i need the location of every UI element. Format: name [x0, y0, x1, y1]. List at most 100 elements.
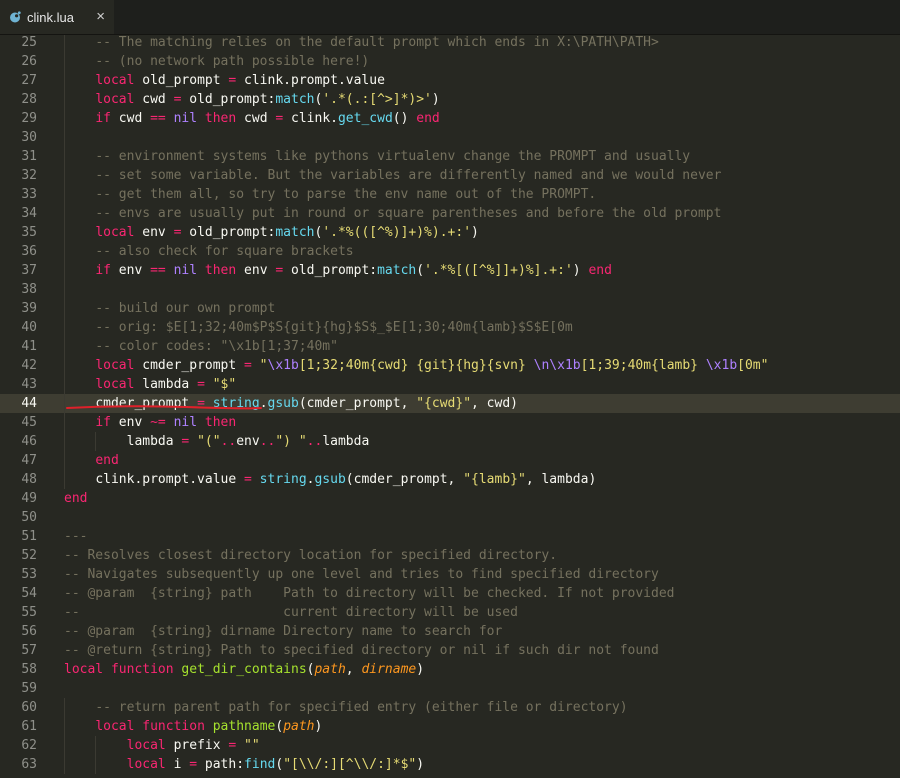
code-line[interactable]: 47 end — [0, 451, 900, 470]
code-token: ) — [431, 92, 440, 107]
code-token: " — [251, 358, 268, 373]
code-token: == — [150, 111, 166, 126]
code-line[interactable]: 34 -- envs are usually put in round or sq… — [0, 204, 900, 223]
code-line[interactable]: 55 -- current directory will be used — [0, 603, 900, 622]
line-number: 27 — [21, 73, 37, 88]
code-line[interactable]: 28 local cwd = old_prompt:match('.*(.:[^>… — [0, 90, 900, 109]
code-line[interactable]: 61 local function pathname(path) — [0, 717, 900, 736]
code-text: local env = old_prompt:match('.*%(([^%)]… — [95, 223, 479, 242]
code-token: local — [95, 719, 135, 734]
code-text: if cwd == nil then cwd = clink.get_cwd()… — [95, 109, 439, 128]
code-line[interactable]: 45 if env ~= nil then — [0, 413, 900, 432]
code-token: function — [142, 719, 205, 734]
code-token: old_prompt: — [181, 92, 276, 107]
code-token: clink.prompt.value — [236, 73, 385, 88]
indent-guide — [64, 52, 65, 71]
code-token: clink. — [283, 111, 338, 126]
code-line[interactable]: 43 local lambda = "$" — [0, 375, 900, 394]
line-number: 28 — [21, 92, 37, 107]
code-token: function — [110, 662, 174, 677]
code-token: nil — [165, 263, 205, 278]
code-token: -- build our own prompt — [95, 301, 276, 316]
line-number: 50 — [21, 510, 37, 525]
code-line[interactable]: 30 — [0, 128, 900, 147]
code-line[interactable]: 25 -- The matching relies on the default … — [0, 33, 900, 52]
code-line[interactable]: 50 — [0, 508, 900, 527]
code-line[interactable]: 52 -- Resolves closest directory location… — [0, 546, 900, 565]
code-token: cwd — [134, 92, 174, 107]
indent-guide — [64, 166, 65, 185]
code-token: end — [64, 491, 88, 506]
code-token: [1;39;40m{lamb} — [580, 358, 706, 373]
code-token: end — [95, 453, 119, 468]
code-token: local — [95, 377, 135, 392]
code-token: env — [110, 263, 151, 278]
code-line[interactable]: 46 lambda = "("..env..") "..lambda — [0, 432, 900, 451]
close-icon[interactable]: × — [96, 9, 105, 24]
code-line[interactable]: 31 -- environment systems like pythons vi… — [0, 147, 900, 166]
code-line[interactable]: 53 -- Navigates subsequently up one level… — [0, 565, 900, 584]
code-line[interactable]: 42 local cmder_prompt = "\x1b[1;32;40m{cw… — [0, 356, 900, 375]
code-token: '.*(.:[^>]*)>' — [322, 92, 432, 107]
code-token: path — [314, 662, 346, 677]
indent-guide — [64, 280, 65, 299]
code-line[interactable]: 40 -- orig: $E[1;32;40m$P$S{git}{hg}$S$_$… — [0, 318, 900, 337]
code-text: -- (no network path possible here!) — [95, 52, 369, 71]
tab-clink-lua[interactable]: clink.lua × — [0, 0, 114, 34]
code-token: env — [236, 263, 276, 278]
code-text: -- The matching relies on the default pr… — [95, 33, 659, 52]
code-token: if — [95, 111, 111, 126]
code-token: lambda — [134, 377, 198, 392]
code-token: env — [134, 225, 174, 240]
code-line[interactable]: 56 -- @param {string} dirname Directory n… — [0, 622, 900, 641]
code-line[interactable]: 54 -- @param {string} path Path to direct… — [0, 584, 900, 603]
code-token: .. — [220, 434, 237, 449]
code-token: -- set some variable. But the variables … — [95, 168, 722, 183]
code-text: if env == nil then env = old_prompt:matc… — [95, 261, 612, 280]
code-line[interactable]: 57 -- @return {string} Path to specified … — [0, 641, 900, 660]
code-text: -- get them all, so try to parse the env… — [95, 185, 596, 204]
code-editor[interactable]: 24-- and many of them doesn't have get_c… — [0, 14, 900, 778]
code-line[interactable]: 48 clink.prompt.value = string.gsub(cmder… — [0, 470, 900, 489]
code-token: -- @param {string} path Path to director… — [64, 586, 675, 601]
code-line[interactable]: 33 -- get them all, so try to parse the e… — [0, 185, 900, 204]
code-token: end — [588, 263, 612, 278]
code-token: = — [275, 263, 284, 278]
line-number: 42 — [21, 358, 37, 373]
code-token: ) — [572, 263, 589, 278]
code-text: -- environment systems like pythons virt… — [95, 147, 690, 166]
code-token: get_cwd — [337, 111, 393, 126]
code-line[interactable]: 37 if env == nil then env = old_prompt:ma… — [0, 261, 900, 280]
indent-guide — [64, 71, 65, 90]
indent-guide — [64, 698, 65, 717]
code-line[interactable]: 32 -- set some variable. But the variable… — [0, 166, 900, 185]
code-line[interactable]: 59 — [0, 679, 900, 698]
code-line[interactable]: 39 -- build our own prompt — [0, 299, 900, 318]
code-line[interactable]: 29 if cwd == nil then cwd = clink.get_cwd… — [0, 109, 900, 128]
indent-guide — [64, 470, 65, 489]
code-line[interactable]: 38 — [0, 280, 900, 299]
code-token: '.*%(([^%)]+)%).+:' — [322, 225, 472, 240]
code-line[interactable]: 49 end — [0, 489, 900, 508]
line-number: 29 — [21, 111, 37, 126]
code-token: match — [377, 263, 417, 278]
code-line[interactable]: 58 local function get_dir_contains(path, … — [0, 660, 900, 679]
line-number: 39 — [21, 301, 37, 316]
code-line[interactable]: 63 local i = path:find("[\\/:][^\\/:]*$") — [0, 755, 900, 774]
code-line[interactable]: 51 --- — [0, 527, 900, 546]
code-line[interactable]: 60 -- return parent path for specified en… — [0, 698, 900, 717]
code-line[interactable]: 36 -- also check for square brackets — [0, 242, 900, 261]
code-text: local cmder_prompt = "\x1b[1;32;40m{cwd}… — [95, 356, 768, 375]
code-line[interactable]: 35 local env = old_prompt:match('.*%(([^%… — [0, 223, 900, 242]
code-token: ) — [416, 757, 425, 772]
code-line[interactable]: 26 -- (no network path possible here!) — [0, 52, 900, 71]
code-line[interactable]: 41 -- color codes: "\x1b[1;37;40m" — [0, 337, 900, 356]
code-line[interactable]: 27 local old_prompt = clink.prompt.value — [0, 71, 900, 90]
line-number: 45 — [21, 415, 37, 430]
code-token: nil — [165, 415, 205, 430]
code-line[interactable]: 62 local prefix = "" — [0, 736, 900, 755]
code-token: ) — [471, 225, 479, 240]
indent-guide — [64, 451, 65, 470]
line-number: 49 — [21, 491, 37, 506]
